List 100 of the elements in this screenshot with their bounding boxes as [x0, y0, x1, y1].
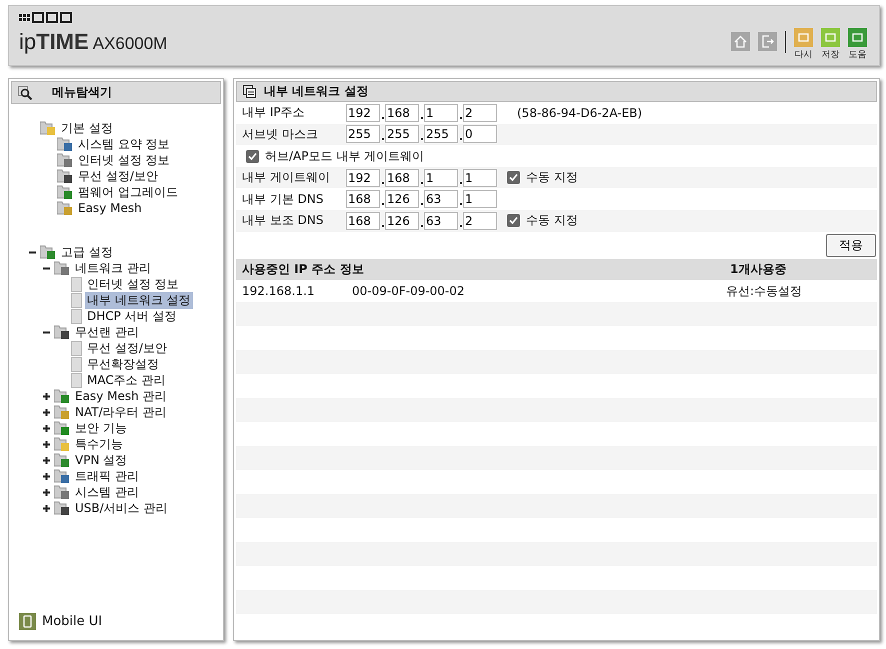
- octet-field[interactable]: 168: [346, 190, 380, 208]
- menu-icon: [57, 200, 73, 216]
- menu-folder[interactable]: 특수기능: [73, 436, 125, 452]
- menu-icon: [54, 388, 70, 404]
- model-name: AX6000M: [92, 34, 168, 54]
- sidebar-title: 메뉴탐색기: [11, 81, 221, 104]
- table-cell-text: 192.168.1.1: [242, 284, 316, 298]
- menu-icon: [54, 468, 70, 484]
- checkbox[interactable]: [507, 214, 520, 228]
- menu-folder[interactable]: 시스템 관리: [73, 484, 141, 500]
- menu-item[interactable]: DHCP 서버 설정: [85, 308, 179, 324]
- search-icon: [18, 86, 34, 100]
- page-icon: [71, 356, 82, 372]
- expand-icon[interactable]: [42, 440, 50, 448]
- octet-field[interactable]: 1: [463, 190, 497, 208]
- octet-field[interactable]: 168: [385, 104, 419, 122]
- octet-field[interactable]: 126: [385, 190, 419, 208]
- menu-folder[interactable]: USB/서비스 관리: [73, 500, 170, 516]
- window-icon: [243, 84, 256, 98]
- menu-icon: [40, 120, 56, 136]
- menu-item[interactable]: 무선확장설정: [85, 356, 161, 372]
- table-title: 사용중인 IP 주소 정보: [242, 261, 365, 278]
- octet-field[interactable]: 2: [463, 212, 497, 230]
- apply-button[interactable]: 적용: [826, 234, 876, 257]
- checkbox-label: 수동 지정: [526, 212, 578, 230]
- menu-item[interactable]: 무선 설정/보안: [76, 168, 160, 184]
- field-label: 내부 기본 DNS: [242, 190, 324, 208]
- octet-field[interactable]: 126: [385, 212, 419, 230]
- octet-field[interactable]: 1: [463, 168, 497, 187]
- octet-field[interactable]: 255: [424, 125, 458, 144]
- panel-title: 내부 네트워크 설정: [236, 81, 877, 102]
- usage-count: 1개사용중: [730, 261, 786, 278]
- octet-field[interactable]: 255: [385, 125, 419, 144]
- menu-icon: [54, 484, 70, 500]
- menu-icon: [57, 184, 73, 200]
- page-icon: [71, 308, 82, 324]
- octet-field[interactable]: 168: [385, 168, 419, 187]
- menu-item[interactable]: 무선 설정/보안: [85, 340, 169, 356]
- menu-folder[interactable]: 네트워크 관리: [73, 260, 153, 276]
- menu-item[interactable]: 인터넷 설정 정보: [85, 276, 181, 292]
- octet-field[interactable]: 1: [424, 104, 458, 122]
- page-icon: [71, 276, 82, 292]
- octet-field[interactable]: 192: [346, 104, 380, 122]
- menu-item[interactable]: 인터넷 설정 정보: [76, 152, 172, 168]
- menu-folder[interactable]: 기본 설정: [59, 120, 115, 136]
- expand-icon[interactable]: [42, 408, 50, 416]
- expand-icon[interactable]: [42, 488, 50, 496]
- menu-icon: [40, 244, 56, 260]
- checkbox[interactable]: [507, 171, 520, 184]
- collapse-icon[interactable]: [28, 248, 36, 256]
- menu-folder[interactable]: 무선랜 관리: [73, 324, 141, 340]
- menu-icon: [54, 420, 70, 436]
- field-label: 내부 보조 DNS: [242, 212, 324, 230]
- page-icon: [71, 292, 82, 308]
- menu-icon: [54, 452, 70, 468]
- menu-folder[interactable]: 트래픽 관리: [73, 468, 141, 484]
- octet-field[interactable]: 192: [346, 168, 380, 187]
- checkbox[interactable]: [246, 150, 259, 163]
- menu-item[interactable]: Easy Mesh: [76, 201, 144, 215]
- expand-icon[interactable]: [42, 456, 50, 464]
- octet-field[interactable]: 168: [346, 212, 380, 230]
- menu-icon: [57, 152, 73, 168]
- octet-field[interactable]: 1: [424, 168, 458, 187]
- menu-icon: [54, 260, 70, 276]
- expand-icon[interactable]: [42, 504, 50, 512]
- menu-icon: [54, 436, 70, 452]
- collapse-icon[interactable]: [42, 328, 50, 336]
- menu-icon: [54, 500, 70, 516]
- menu-folder[interactable]: NAT/라우터 관리: [73, 404, 168, 420]
- menu-folder[interactable]: 보안 기능: [73, 420, 129, 436]
- expand-icon[interactable]: [42, 472, 50, 480]
- menu-item[interactable]: 펌웨어 업그레이드: [76, 184, 180, 200]
- checkbox-label: 수동 지정: [526, 169, 578, 186]
- expand-icon[interactable]: [42, 424, 50, 432]
- page-icon: [71, 372, 82, 388]
- menu-item[interactable]: MAC주소 관리: [85, 372, 168, 388]
- menu-icon: [54, 324, 70, 340]
- menu-item[interactable]: 시스템 요약 정보: [76, 136, 172, 152]
- table-cell: 유선:수동설정: [726, 282, 802, 300]
- mobile-ui-link[interactable]: Mobile UI: [42, 614, 102, 629]
- phone-icon: [19, 613, 36, 630]
- field-label: 서브넷 마스크: [242, 126, 319, 143]
- octet-field[interactable]: 2: [463, 104, 497, 122]
- octet-field[interactable]: 0: [463, 125, 497, 144]
- menu-icon: [57, 168, 73, 184]
- menu-item[interactable]: 내부 네트워크 설정: [85, 292, 193, 308]
- field-label: 내부 게이트웨이: [242, 169, 331, 186]
- menu-folder[interactable]: VPN 설정: [73, 452, 130, 468]
- checkbox-label: 허브/AP모드 내부 게이트웨이: [265, 148, 424, 165]
- octet-field[interactable]: 255: [346, 125, 380, 144]
- field-label: 내부 IP주소: [242, 104, 306, 122]
- octet-field[interactable]: 63: [424, 190, 458, 208]
- menu-folder[interactable]: Easy Mesh 관리: [73, 388, 169, 404]
- collapse-icon[interactable]: [42, 264, 50, 272]
- table-cell-text: 00-09-0F-09-00-02: [352, 284, 466, 298]
- menu-folder[interactable]: 고급 설정: [59, 244, 115, 260]
- expand-icon[interactable]: [42, 392, 50, 400]
- octet-field[interactable]: 63: [424, 212, 458, 230]
- mac-address: (58-86-94-D6-2A-EB): [517, 106, 642, 120]
- brand-logo: ipTIME: [19, 29, 89, 55]
